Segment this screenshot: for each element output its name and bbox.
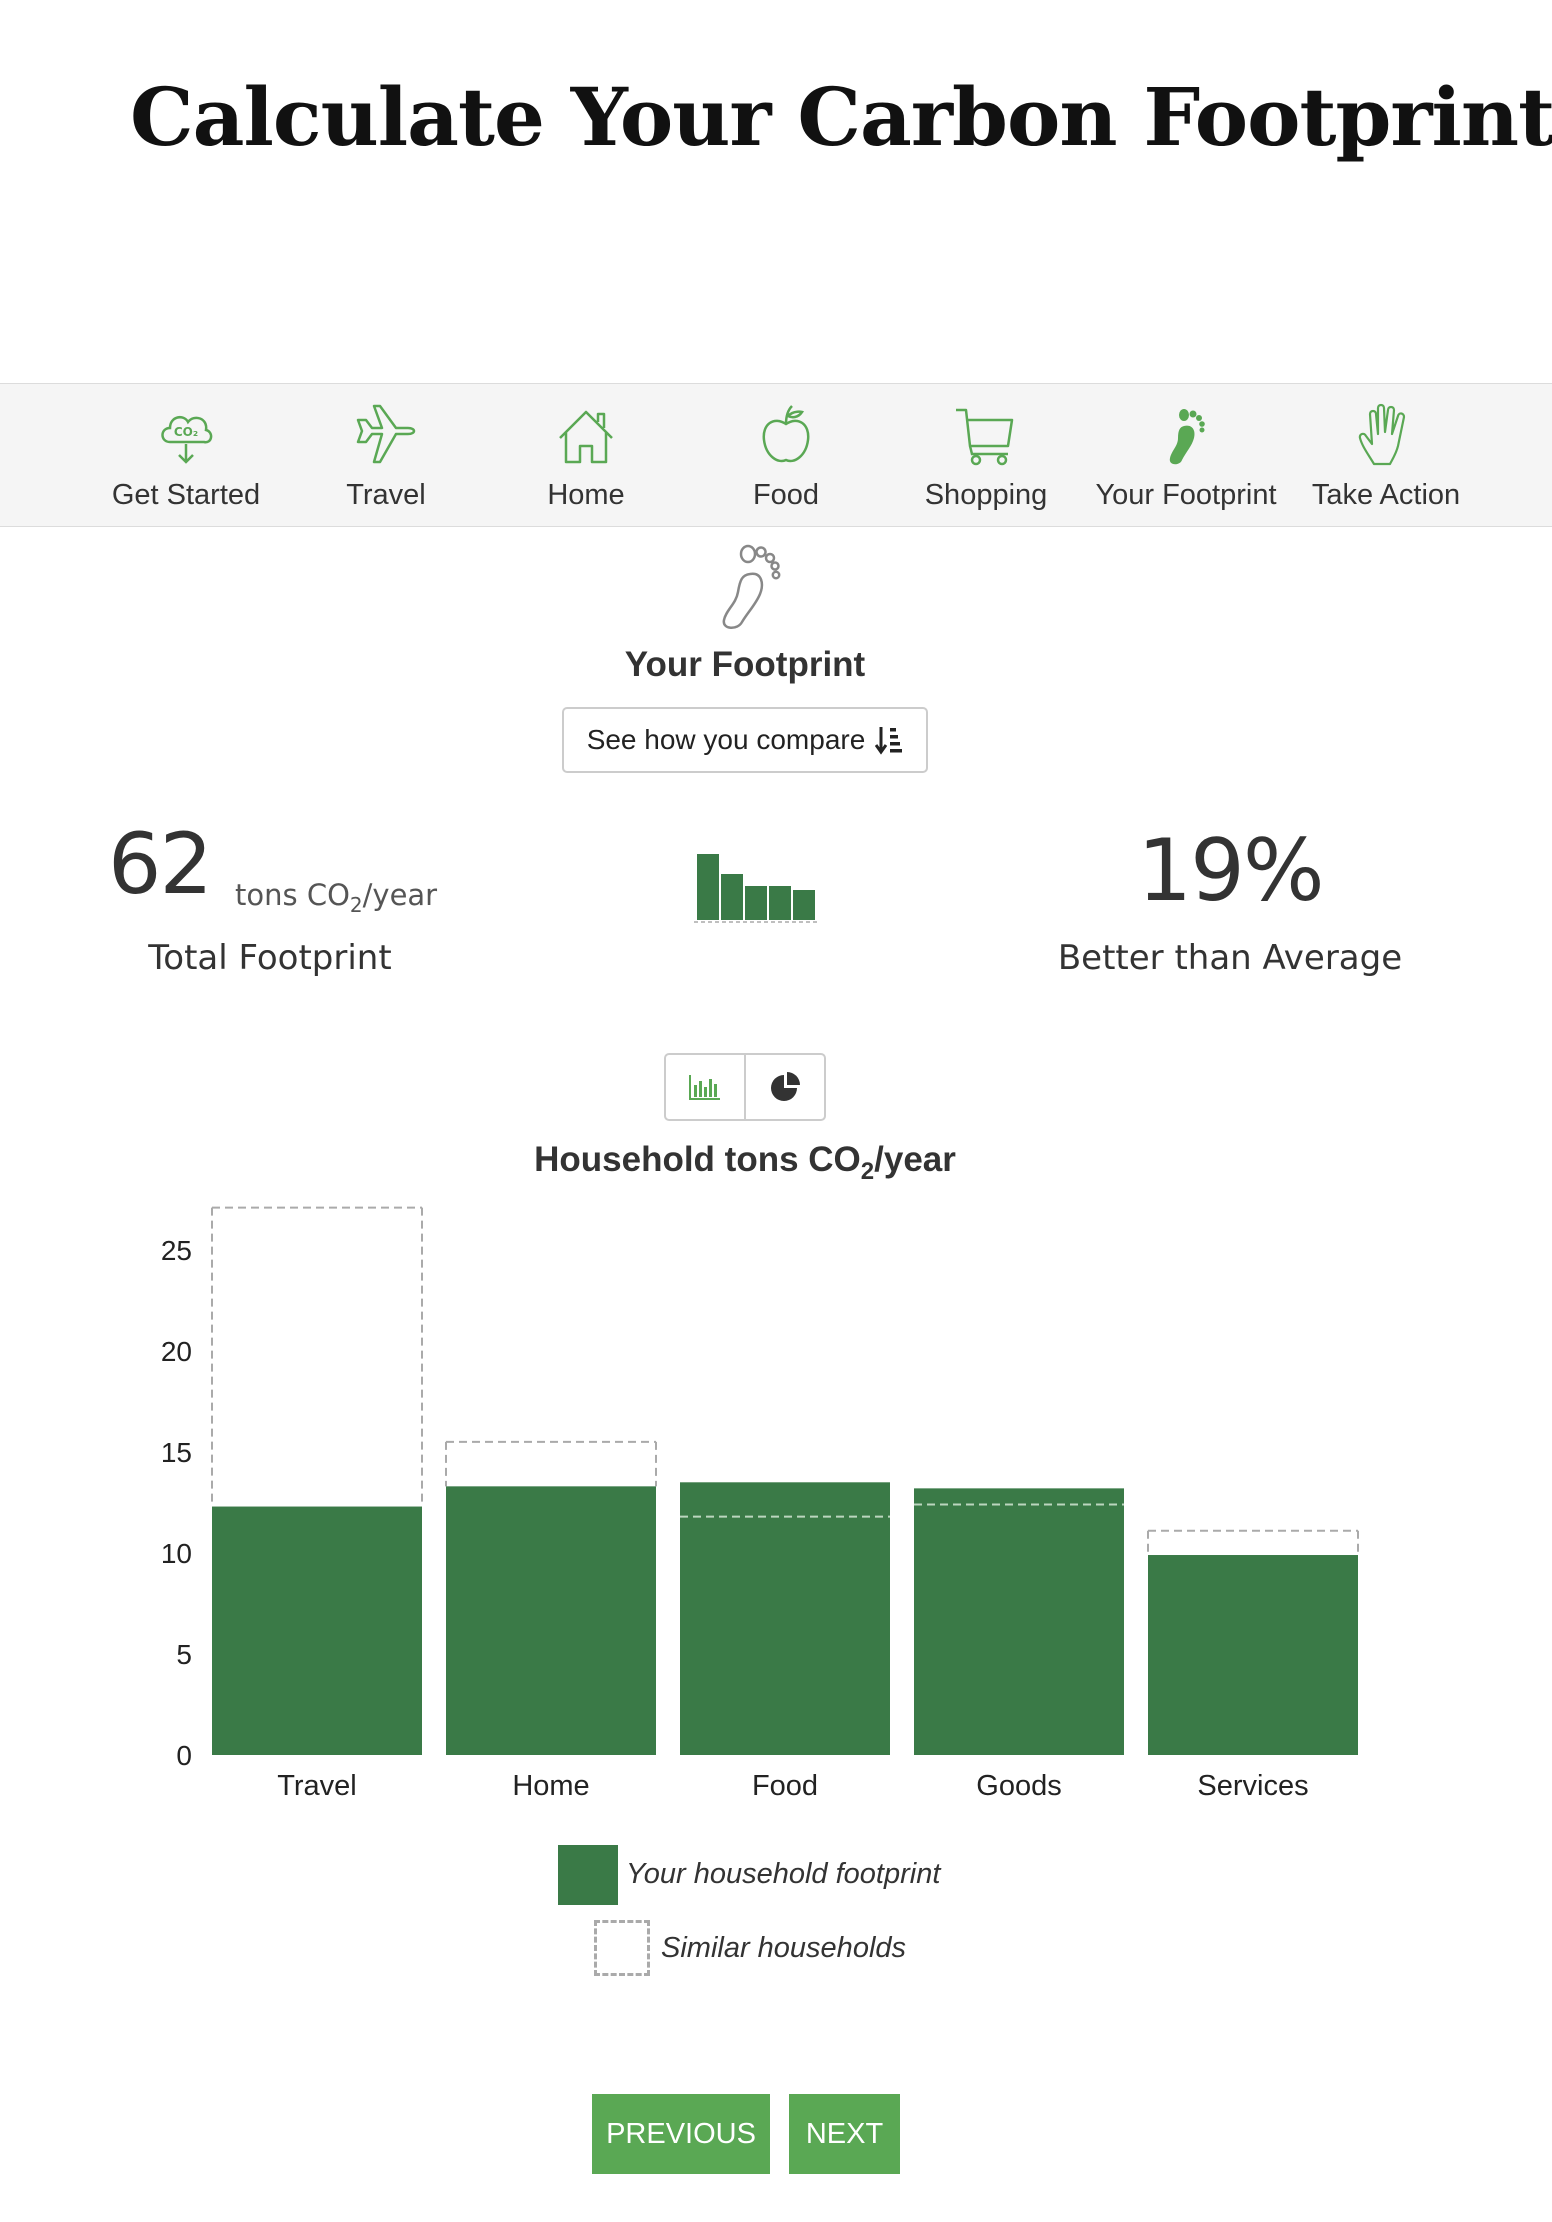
x-category-label: Services (1197, 1770, 1308, 1802)
nav-label: Travel (346, 479, 426, 511)
legend-swatch-your-household (558, 1845, 618, 1905)
y-tick-label: 10 (161, 1538, 192, 1569)
step-nav: CO₂ Get Started Travel Home Food Shoppin… (0, 383, 1552, 527)
better-than-average-label: Better than Average (1057, 938, 1403, 978)
total-footprint-value: 62 (108, 815, 213, 913)
nav-label: Take Action (1311, 479, 1461, 511)
nav-item-travel[interactable]: Travel (286, 384, 486, 526)
footprint-icon (1169, 409, 1205, 465)
y-tick-label: 20 (161, 1336, 192, 1367)
nav-label: Home (547, 479, 625, 511)
bar-your-household (446, 1486, 656, 1755)
hand-icon (1358, 403, 1406, 466)
nav-label: Food (752, 479, 820, 511)
page-title: Calculate Your Carbon Footprint (130, 70, 1552, 164)
nav-item-food[interactable]: Food (686, 384, 886, 526)
nav-item-get-started[interactable]: CO₂ Get Started (86, 384, 286, 526)
nav-item-shopping[interactable]: Shopping (886, 384, 1086, 526)
bar-your-household (1148, 1555, 1358, 1755)
airplane-icon (356, 404, 416, 464)
legend-label-similar-households: Similar households (661, 1932, 907, 1964)
legend-swatch-similar-households (594, 1920, 650, 1976)
house-icon (559, 410, 613, 464)
compare-button[interactable]: See how you compare (562, 707, 928, 773)
pie-view-button[interactable] (744, 1055, 824, 1119)
section-title: Your Footprint (624, 645, 866, 684)
chart-view-toggle (664, 1053, 826, 1121)
x-category-label: Home (512, 1770, 589, 1802)
x-category-label: Goods (976, 1770, 1061, 1802)
nav-item-your-footprint[interactable]: Your Footprint (1086, 384, 1286, 526)
nav-label: Shopping (924, 479, 1048, 511)
shopping-cart-icon (956, 408, 1014, 466)
bar-view-button[interactable] (666, 1055, 744, 1119)
total-footprint-label: Total Footprint (148, 938, 392, 978)
nav-item-home[interactable]: Home (486, 384, 686, 526)
y-tick-label: 25 (161, 1235, 192, 1266)
nav-label: Your Footprint (1095, 479, 1277, 511)
y-tick-label: 15 (161, 1437, 192, 1468)
household-bar-chart: 0 5 10 15 20 25 Travel Home Food Goods Services (161, 1206, 1359, 1802)
svg-text:CO₂: CO₂ (174, 425, 198, 439)
nav-label: Get Started (111, 479, 261, 511)
better-than-average-value: 19% (1137, 821, 1324, 921)
y-tick-label: 5 (176, 1639, 192, 1670)
bar-your-household (212, 1506, 422, 1755)
pie-chart-icon (771, 1072, 800, 1101)
total-footprint-unit: tons CO2/year (235, 878, 438, 917)
x-category-label: Food (752, 1770, 818, 1802)
bar-your-household (680, 1482, 890, 1755)
y-tick-label: 0 (176, 1740, 192, 1771)
footprint-icon (722, 544, 781, 629)
nav-item-take-action[interactable]: Take Action (1286, 384, 1486, 526)
sort-descending-icon (875, 727, 903, 755)
x-category-label: Travel (277, 1770, 357, 1802)
apple-icon (762, 405, 810, 463)
legend-label-your-household: Your household footprint (626, 1858, 941, 1890)
compare-button-label: See how you compare (586, 724, 866, 755)
co2-cloud-icon: CO₂ (161, 415, 213, 464)
previous-button[interactable]: PREVIOUS (592, 2094, 770, 2174)
bar-your-household (914, 1488, 1124, 1755)
next-button[interactable]: NEXT (789, 2094, 900, 2174)
bar-chart-icon (689, 1075, 720, 1100)
mini-bar-chart-icon (694, 854, 818, 923)
